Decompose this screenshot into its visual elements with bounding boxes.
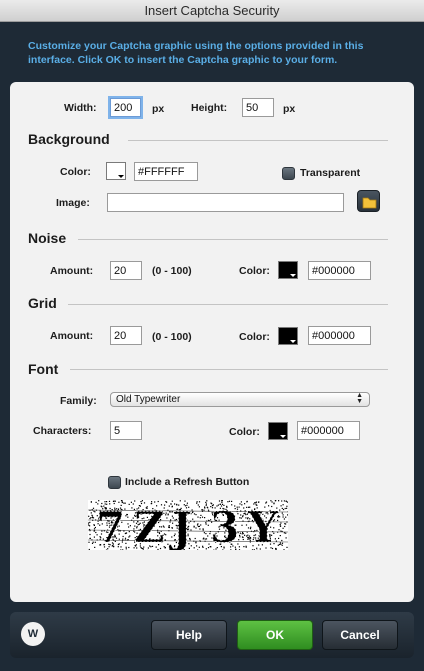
font-family-select[interactable]: Old Typewriter ▲ ▼ [110, 392, 370, 407]
characters-input[interactable] [110, 421, 142, 440]
captcha-char: Z [134, 503, 165, 550]
captcha-char: 7 [96, 503, 125, 550]
noise-divider [78, 239, 388, 240]
background-color-swatch[interactable] [106, 162, 126, 180]
height-label: Height: [191, 102, 228, 114]
background-section-title: Background [28, 131, 110, 147]
font-family-value: Old Typewriter [116, 394, 181, 405]
chevron-down-icon [290, 340, 296, 343]
cancel-button[interactable]: Cancel [322, 620, 398, 650]
select-arrows-icon: ▲ ▼ [356, 392, 363, 405]
characters-label: Characters: [33, 425, 92, 437]
grid-range-hint: (0 - 100) [152, 331, 192, 343]
window-title: Insert Captcha Security [0, 0, 424, 22]
font-color-swatch[interactable] [268, 422, 288, 440]
browse-image-button[interactable] [357, 190, 380, 212]
noise-color-label: Color: [239, 265, 270, 277]
noise-color-swatch[interactable] [278, 261, 298, 279]
width-unit: px [152, 103, 165, 115]
refresh-button-checkbox[interactable] [108, 476, 121, 489]
captcha-image: 7ZJ3Y [87, 500, 289, 553]
background-color-label: Color: [60, 166, 91, 178]
chevron-down-icon [290, 274, 296, 277]
folder-icon [362, 197, 377, 209]
font-section-title: Font [28, 361, 59, 377]
captcha-char: J [168, 503, 192, 550]
noise-color-input[interactable] [308, 261, 371, 280]
noise-range-hint: (0 - 100) [152, 265, 192, 277]
grid-color-label: Color: [239, 331, 270, 343]
font-family-label: Family: [60, 395, 97, 407]
width-label: Width: [64, 102, 97, 114]
height-input[interactable] [242, 98, 274, 117]
font-color-input[interactable] [297, 421, 360, 440]
noise-amount-input[interactable] [110, 261, 142, 280]
captcha-char: Y [247, 503, 279, 550]
grid-amount-input[interactable] [110, 326, 142, 345]
noise-section-title: Noise [28, 230, 67, 246]
background-divider [128, 140, 388, 141]
image-label: Image: [56, 197, 90, 209]
transparent-checkbox[interactable] [282, 167, 295, 180]
grid-divider [68, 304, 388, 305]
instructions-text: Customize your Captcha graphic using the… [28, 40, 364, 66]
refresh-button-label: Include a Refresh Button [125, 476, 250, 488]
grid-color-swatch[interactable] [278, 327, 298, 345]
font-color-label: Color: [229, 426, 260, 438]
background-color-input[interactable] [134, 162, 198, 181]
transparent-label: Transparent [300, 167, 361, 179]
noise-amount-label: Amount: [50, 265, 94, 277]
grid-amount-label: Amount: [50, 330, 94, 342]
captcha-char: 3 [210, 503, 239, 550]
grid-section-title: Grid [28, 295, 57, 311]
app-logo-icon: W [21, 622, 45, 646]
captcha-text: 7ZJ3Y [96, 503, 280, 553]
captcha-preview: 7ZJ3Y [87, 500, 289, 553]
width-input[interactable] [110, 98, 141, 117]
grid-color-input[interactable] [308, 326, 371, 345]
height-unit: px [283, 103, 296, 115]
image-path-input[interactable] [107, 193, 344, 212]
ok-button[interactable]: OK [237, 620, 313, 650]
font-divider [70, 369, 388, 370]
chevron-down-icon [280, 435, 286, 438]
help-button[interactable]: Help [151, 620, 227, 650]
chevron-down-icon [118, 175, 124, 178]
